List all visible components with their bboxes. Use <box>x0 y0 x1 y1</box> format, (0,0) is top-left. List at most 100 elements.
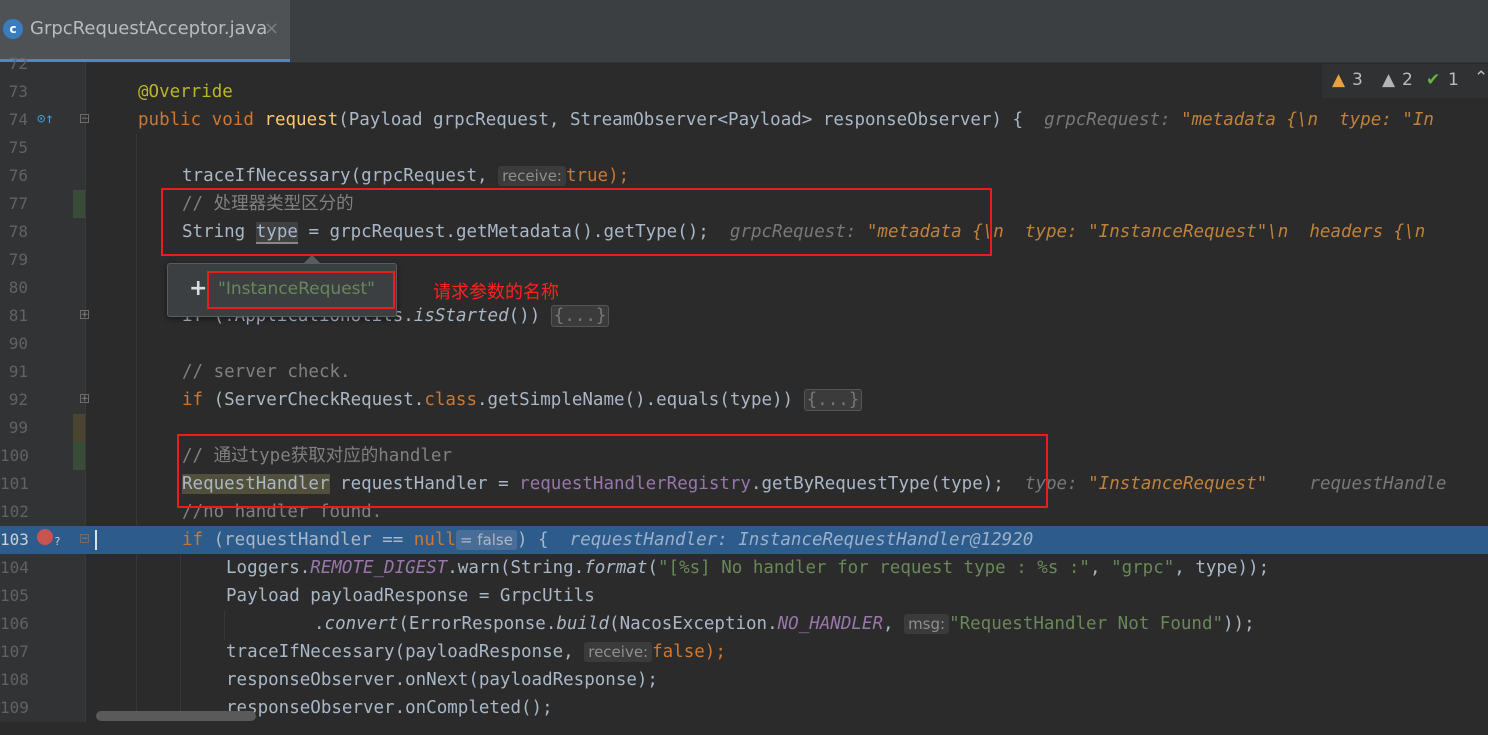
debug-inline-value: "metadata {\n type: "In <box>1181 110 1434 130</box>
code-segment: (NacosException. <box>609 614 778 634</box>
code-text[interactable]: if (ServerCheckRequest.class.getSimpleNa… <box>182 389 863 411</box>
highlight-box-type <box>161 188 992 256</box>
code-line[interactable]: 73 @Override <box>0 78 1488 106</box>
line-number: 79 <box>8 250 28 269</box>
code-line[interactable]: 76 traceIfNecessary(grpcRequest, receive… <box>0 162 1488 190</box>
code-segment: responseObserver.onNext(payloadResponse)… <box>226 670 658 690</box>
line-number: 77 <box>8 194 28 213</box>
code-line[interactable]: 106 .convert(ErrorResponse.build(NacosEx… <box>0 610 1488 638</box>
line-number: 92 <box>8 390 28 409</box>
code-segment: .warn(String. <box>447 558 585 578</box>
code-line[interactable]: 108 responseObserver.onNext(payloadRespo… <box>0 666 1488 694</box>
horizontal-scrollbar[interactable] <box>0 722 1488 735</box>
static-method: convert <box>324 614 399 634</box>
popup-arrow <box>303 255 321 264</box>
code-line[interactable]: 75 <box>0 134 1488 162</box>
overrides-method-icon[interactable]: ⊙↑ <box>37 111 54 127</box>
line-number: 101 <box>0 474 29 493</box>
keyword: class <box>424 390 478 410</box>
code-text[interactable]: public void request(Payload grpcRequest,… <box>138 109 1434 131</box>
code-line[interactable]: 104 Loggers.REMOTE_DIGEST.warn(String.fo… <box>0 554 1488 582</box>
code-segment: , <box>1089 558 1112 578</box>
code-line[interactable]: 74 ⊙↑ − public void request(Payload grpc… <box>0 106 1488 134</box>
annotation-label: 请求参数的名称 <box>433 282 559 303</box>
changed-line-marker <box>73 414 85 442</box>
static-method: build <box>556 614 610 634</box>
static-method: isStarted <box>413 306 509 326</box>
code-line[interactable]: 107 traceIfNecessary(payloadResponse, re… <box>0 638 1488 666</box>
keyword: public void <box>138 110 265 130</box>
static-field: NO_HANDLER <box>777 614 883 634</box>
code-text[interactable]: Payload payloadResponse = GrpcUtils <box>226 585 595 607</box>
parameter-hint: msg: <box>904 614 950 634</box>
code-line[interactable]: 105 Payload payloadResponse = GrpcUtils <box>0 582 1488 610</box>
fold-icon[interactable]: − <box>80 114 89 124</box>
folded-block[interactable]: {...} <box>803 389 863 411</box>
signature: (Payload grpcRequest, StreamObserver<Pay… <box>338 110 1024 130</box>
code-line[interactable]: 72 <box>0 50 1488 78</box>
folded-block[interactable]: {...} <box>550 305 610 327</box>
line-number: 105 <box>0 586 29 605</box>
string-literal: "[%s] No handler for request type : %s :… <box>658 558 1090 578</box>
code-text[interactable]: if (requestHandler == null = false) { req… <box>182 529 1033 551</box>
code-segment: . <box>314 614 325 634</box>
code-segment: ); <box>608 166 630 186</box>
parameter-hint: receive: <box>498 166 566 186</box>
code-segment: traceIfNecessary(grpcRequest, <box>182 166 499 186</box>
tab-label: GrpcRequestAcceptor.java <box>30 18 268 39</box>
code-segment: (requestHandler == <box>213 530 414 550</box>
code-segment: , type)); <box>1174 558 1270 578</box>
line-number: 107 <box>0 642 29 661</box>
code-line[interactable]: 90 <box>0 330 1488 358</box>
code-segment: (ServerCheckRequest. <box>213 390 425 410</box>
code-segment: .getSimpleName().equals(type)) <box>477 390 804 410</box>
code-segment: )); <box>1223 614 1255 634</box>
code-text[interactable]: @Override <box>138 81 233 103</box>
code-text[interactable]: responseObserver.onCompleted(); <box>226 697 553 719</box>
line-number: 104 <box>0 558 29 577</box>
changed-line-marker <box>73 190 85 218</box>
line-number: 91 <box>8 362 28 381</box>
fold-icon[interactable]: − <box>80 534 89 544</box>
keyword: true <box>565 166 609 186</box>
line-number: 80 <box>8 278 28 297</box>
annotation-override: @Override <box>138 82 233 102</box>
highlight-box-popup <box>207 271 395 309</box>
breakpoint-icon[interactable] <box>37 529 53 545</box>
code-segment: Payload payloadResponse = GrpcUtils <box>226 586 595 606</box>
evaluation-hint: = false <box>455 530 517 550</box>
parameter-hint: receive: <box>584 642 653 662</box>
close-icon[interactable]: × <box>264 18 279 39</box>
line-number: 108 <box>0 670 29 689</box>
code-text[interactable]: Loggers.REMOTE_DIGEST.warn(String.format… <box>226 557 1269 579</box>
line-number: 74 <box>8 110 28 129</box>
code-segment: ()) <box>508 306 551 326</box>
code-text[interactable]: traceIfNecessary(grpcRequest, receive: tr… <box>182 165 629 187</box>
debug-inline-value: "InstanceRequest" <box>1088 474 1268 494</box>
current-execution-line[interactable]: 103 ? − if (requestHandler == null = fals… <box>0 526 1488 554</box>
code-segment: ); <box>704 642 726 662</box>
line-number: 75 <box>8 138 28 157</box>
string-literal: "RequestHandler Not Found" <box>949 614 1224 634</box>
code-segment: , <box>882 614 905 634</box>
fold-icon[interactable]: + <box>80 394 89 404</box>
fold-icon[interactable]: + <box>80 310 89 320</box>
code-line[interactable]: 92 + if (ServerCheckRequest.class.getSim… <box>0 386 1488 414</box>
debug-inline-value: requestHandler: InstanceRequestHandler@1… <box>569 530 1034 550</box>
code-text[interactable]: traceIfNecessary(payloadResponse, receiv… <box>226 641 726 663</box>
plus-icon[interactable]: + <box>189 276 207 301</box>
line-number: 78 <box>8 222 28 241</box>
question-mark-icon: ? <box>54 535 61 548</box>
keyword: if <box>182 390 214 410</box>
code-segment: traceIfNecessary(payloadResponse, <box>226 642 585 662</box>
code-text[interactable]: responseObserver.onNext(payloadResponse)… <box>226 669 658 691</box>
code-segment: responseObserver.onCompleted(); <box>226 698 553 718</box>
keyword: if <box>182 530 214 550</box>
line-number: 106 <box>0 614 29 633</box>
scrollbar-thumb[interactable] <box>96 711 256 721</box>
line-number: 76 <box>8 166 28 185</box>
code-text[interactable]: .convert(ErrorResponse.build(NacosExcept… <box>314 613 1255 635</box>
code-text[interactable]: // server check. <box>182 361 351 383</box>
code-line[interactable]: 91 // server check. <box>0 358 1488 386</box>
line-number: 109 <box>0 698 29 717</box>
